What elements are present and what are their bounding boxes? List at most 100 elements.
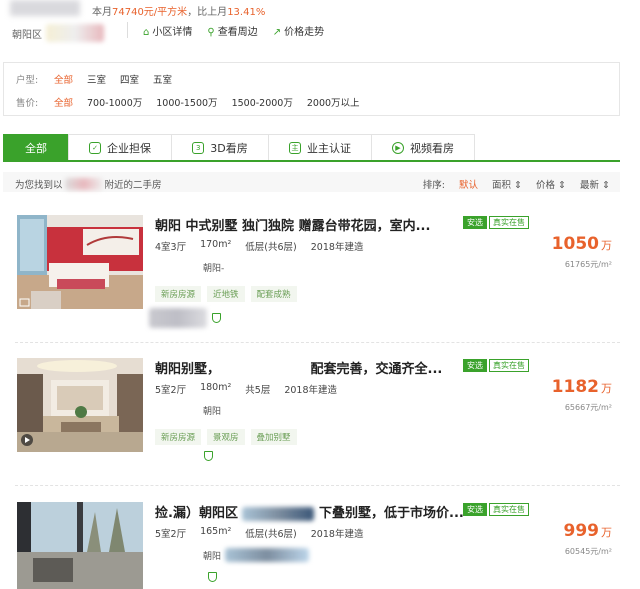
filter-panel: 户型: 全部 三室 四室 五室 售价: 全部 700-1000万 1000-15…	[3, 62, 620, 116]
sort-options: 排序: 默认 面积 ⇕ 价格 ⇕ 最新 ⇕	[423, 177, 610, 191]
filter-option[interactable]: 1500-2000万	[232, 95, 293, 109]
price-unit: 万	[601, 382, 612, 395]
link-label: 小区详情	[152, 27, 193, 38]
real-sale-badge: 真实在售	[489, 503, 529, 516]
area: 165m²	[200, 526, 232, 537]
floor: 低层(共6层)	[245, 529, 297, 540]
sort-label: 排序:	[422, 180, 445, 191]
listing-card[interactable]: 捡.漏）朝阳区 下叠别墅，低于市场价... 安选 真实在售 5室2厅 165m²…	[3, 502, 620, 589]
area: 170m²	[200, 239, 232, 250]
build-year: 2018年建造	[310, 242, 364, 253]
listing-photo[interactable]	[17, 358, 143, 452]
rooms: 5室2厅	[155, 385, 187, 396]
tag: 景观房	[207, 429, 245, 445]
pin-icon: ⚲	[207, 27, 215, 38]
community-detail-link[interactable]: ⌂ 小区详情	[143, 23, 192, 38]
badges: 安选 真实在售	[463, 216, 529, 229]
filter-option[interactable]: 三室	[87, 72, 106, 86]
listing-photo[interactable]	[17, 502, 143, 589]
price-value: 1050	[551, 234, 599, 254]
verified-shield-icon	[212, 313, 221, 323]
agent-info	[199, 451, 213, 461]
blurred-agent	[149, 308, 207, 328]
listing-title[interactable]: 朝阳别墅， 配套完善，交通齐全...	[155, 358, 442, 377]
listing-title[interactable]: 朝阳 中式别墅 独门独院 赠露台带花园，室内...	[155, 215, 430, 234]
tab-label: 全部	[25, 141, 47, 155]
filter-option[interactable]: 全部	[54, 72, 73, 86]
anxuan-badge: 安选	[463, 503, 487, 516]
nearby-link[interactable]: ⚲ 查看周边	[207, 23, 257, 38]
owner-icon: 主	[289, 141, 301, 154]
sort-arrows-icon: ⇕	[602, 180, 610, 191]
anxuan-badge: 安选	[463, 216, 487, 229]
listing-title[interactable]: 捡.漏）朝阳区 下叠别墅，低于市场价...	[155, 502, 464, 521]
header-links: ⌂ 小区详情 ⚲ 查看周边 ↗ 价格走势	[143, 23, 324, 38]
price-filter: 售价: 全部 700-1000万 1000-1500万 1500-2000万 2…	[16, 95, 374, 109]
tab-enterprise-guarantee[interactable]: ✓ 企业担保	[68, 134, 172, 160]
filter-option[interactable]: 700-1000万	[87, 95, 142, 109]
avg-price-value: 74740元/平方米	[112, 7, 188, 18]
total-price: 1050 万	[552, 234, 612, 254]
location: 朝阳区	[12, 24, 104, 42]
tab-label: 3D看房	[210, 141, 248, 155]
community-name[interactable]: 朝阳-	[203, 261, 224, 274]
shield-icon: ✓	[89, 141, 101, 154]
district-label: 朝阳区	[12, 29, 42, 41]
divider	[15, 485, 620, 486]
result-count: 为您找到以 附近的二手房	[15, 177, 162, 191]
blurred-text	[242, 506, 315, 521]
price-unit: 万	[601, 526, 612, 539]
listing-card[interactable]: 朝阳别墅， 配套完善，交通齐全... 安选 真实在售 5室2厅 180m² 共5…	[3, 358, 620, 486]
sort-area[interactable]: 面积 ⇕	[492, 177, 522, 191]
blurred-text	[46, 24, 104, 42]
sort-price[interactable]: 价格 ⇕	[536, 177, 566, 191]
divider	[127, 22, 128, 38]
real-sale-badge: 真实在售	[489, 359, 529, 372]
sort-newest[interactable]: 最新 ⇕	[580, 177, 610, 191]
sort-text: 最新	[579, 180, 599, 191]
tag: 新房房源	[155, 286, 202, 302]
filter-option[interactable]: 四室	[120, 72, 139, 86]
sort-text: 价格	[535, 180, 555, 191]
blurred-image	[10, 0, 80, 16]
community-name[interactable]: 朝阳	[203, 404, 221, 417]
title-tail: 下叠别墅，低于市场价...	[319, 506, 464, 521]
badges: 安选 真实在售	[463, 359, 529, 372]
community-name[interactable]: 朝阳	[203, 548, 310, 562]
rooms: 4室3厅	[155, 242, 187, 253]
tab-owner-verified[interactable]: 主业主认证	[268, 134, 372, 160]
tab-label: 企业担保	[107, 141, 151, 155]
price-trend-link[interactable]: ↗ 价格走势	[273, 23, 324, 38]
filter-option[interactable]: 五室	[153, 72, 172, 86]
tab-video-view[interactable]: ▶ 视频看房	[371, 134, 475, 160]
divider	[15, 342, 620, 343]
price-value: 1182	[551, 377, 599, 397]
tag: 新房房源	[155, 429, 202, 445]
tag: 配套成熟	[250, 286, 297, 302]
link-label: 查看周边	[217, 27, 258, 38]
tab-label: 视频看房	[410, 141, 454, 155]
layout-filter: 户型: 全部 三室 四室 五室	[16, 72, 186, 86]
play-icon: ▶	[392, 141, 404, 154]
living-room-photo	[17, 358, 143, 452]
filter-option[interactable]: 1000-1500万	[156, 95, 217, 109]
avg-price-line: 本月74740元/平方米，比上月13.41%	[92, 3, 265, 18]
tag-list: 新房房源 近地铁 配套成熟	[155, 286, 297, 302]
agent-info	[149, 308, 221, 328]
listing-photo[interactable]	[17, 215, 143, 309]
anxuan-badge: 安选	[463, 359, 487, 372]
tab-3d-view[interactable]: 3 3D看房	[171, 134, 269, 160]
garden-photo	[17, 502, 143, 589]
filter-option[interactable]: 2000万以上	[307, 95, 360, 109]
tab-all[interactable]: 全部	[3, 134, 69, 160]
total-price: 999 万	[564, 521, 613, 541]
filter-label: 售价:	[16, 98, 39, 109]
sort-text: 面积	[491, 180, 511, 191]
filter-option[interactable]: 全部	[54, 95, 73, 109]
trend-icon: ↗	[272, 27, 282, 38]
listing-card[interactable]: 朝阳 中式别墅 独门独院 赠露台带花园，室内... 安选 真实在售 4室3厅 1…	[3, 215, 620, 343]
price-mid: ，比上月	[187, 7, 228, 18]
build-year: 2018年建造	[284, 385, 338, 396]
sort-default[interactable]: 默认	[459, 177, 478, 191]
floor: 低层(共6层)	[245, 242, 297, 253]
